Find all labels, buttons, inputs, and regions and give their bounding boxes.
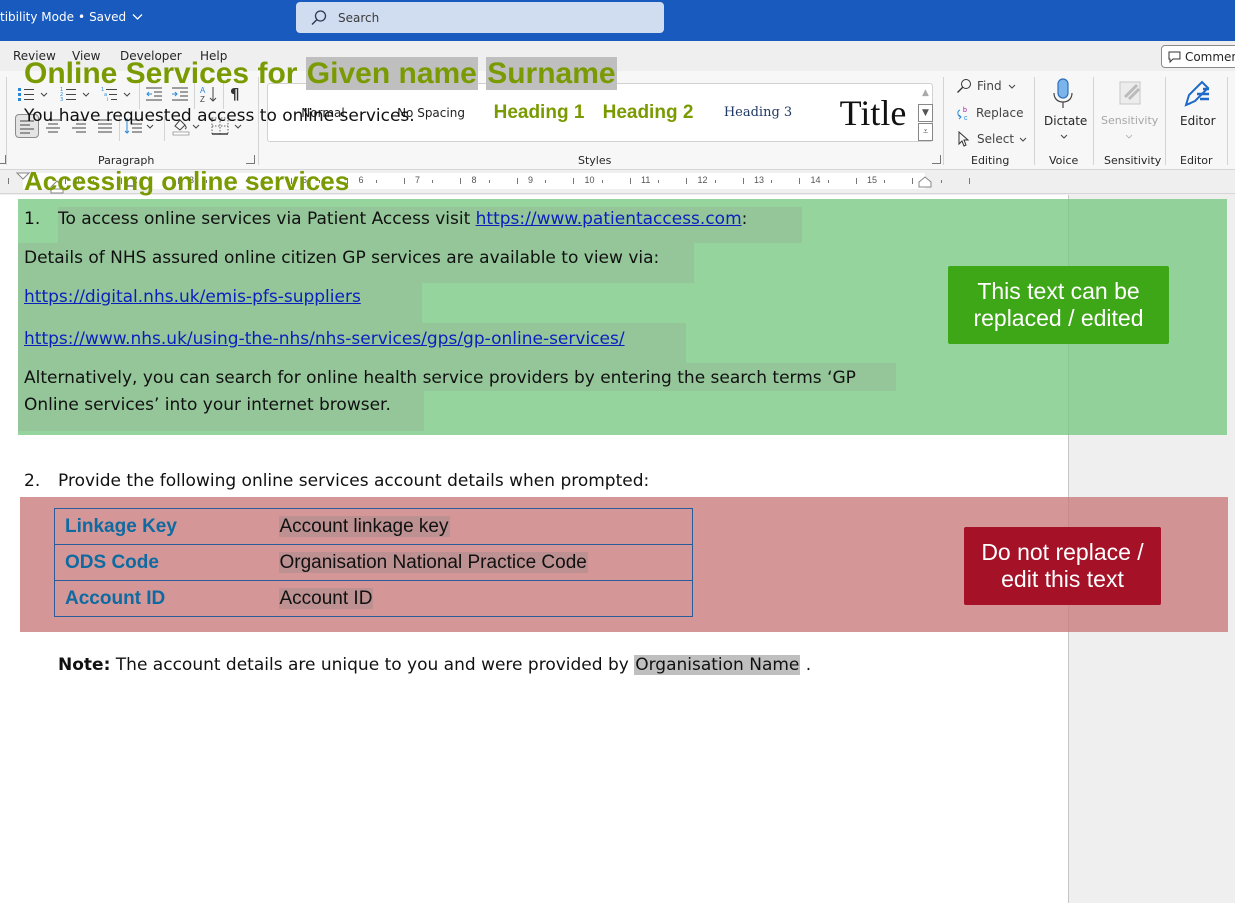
account-table-row: Linkage Key Account linkage key [54, 508, 693, 545]
step1-suffix: : [741, 209, 748, 229]
step1-line: To access online services via Patient Ac… [58, 209, 747, 229]
account-details-table: Linkage Key Account linkage key ODS Code Or… [54, 508, 693, 617]
account-field-value: Account ID [278, 587, 374, 609]
editable-callout: This text can be replaced / edited [948, 266, 1169, 344]
intro-paragraph: You have requested access to online serv… [24, 106, 415, 126]
word-window: tibility Mode • Saved Review View Develo… [0, 0, 1235, 903]
document-heading[interactable]: Online Services for Given name Surname [24, 57, 617, 91]
patient-access-link[interactable]: https://www.patientaccess.com [476, 209, 742, 229]
step1-text: To access online services via Patient Ac… [58, 209, 471, 229]
section-heading: Accessing online services [24, 166, 350, 196]
account-field-value: Account linkage key [278, 515, 450, 537]
account-field-value-cell: Account ID [268, 580, 693, 617]
surname-field[interactable]: Surname [486, 57, 617, 90]
account-field-value: Organisation National Practice Code [278, 551, 588, 573]
account-field-label: Account ID [54, 580, 269, 617]
account-field-label: Linkage Key [54, 508, 269, 545]
locked-callout: Do not replace / edit this text [964, 527, 1161, 605]
nhs-gp-online-link[interactable]: https://www.nhs.uk/using-the-nhs/nhs-ser… [24, 329, 625, 349]
heading-prefix: Online Services for [24, 57, 298, 90]
account-field-value-cell: Account linkage key [268, 508, 693, 545]
step2-text: Provide the following online services ac… [58, 471, 650, 491]
step2-number: 2. [24, 471, 41, 491]
note-label: Note: [58, 655, 111, 675]
account-field-label: ODS Code [54, 544, 269, 581]
alternative-line-2: Online services’ into your internet brow… [24, 395, 391, 415]
account-field-value-cell: Organisation National Practice Code [268, 544, 693, 581]
note-text: The account details are unique to you an… [115, 655, 629, 675]
account-table-row: Account ID Account ID [54, 580, 693, 617]
given-name-field[interactable]: Given name [305, 57, 478, 90]
step1-number: 1. [24, 209, 41, 229]
emis-suppliers-link[interactable]: https://digital.nhs.uk/emis-pfs-supplier… [24, 287, 361, 307]
document-body[interactable]: Online Services for Given name Surname Y… [0, 0, 1235, 708]
organisation-name-field[interactable]: Organisation Name [634, 655, 801, 675]
note-paragraph: Note: The account details are unique to … [58, 655, 811, 675]
details-text: Details of NHS assured online citizen GP… [24, 248, 660, 268]
alternative-line-1: Alternatively, you can search for online… [24, 368, 856, 388]
account-table-row: ODS Code Organisation National Practice C… [54, 544, 693, 581]
note-end: . [805, 655, 812, 675]
